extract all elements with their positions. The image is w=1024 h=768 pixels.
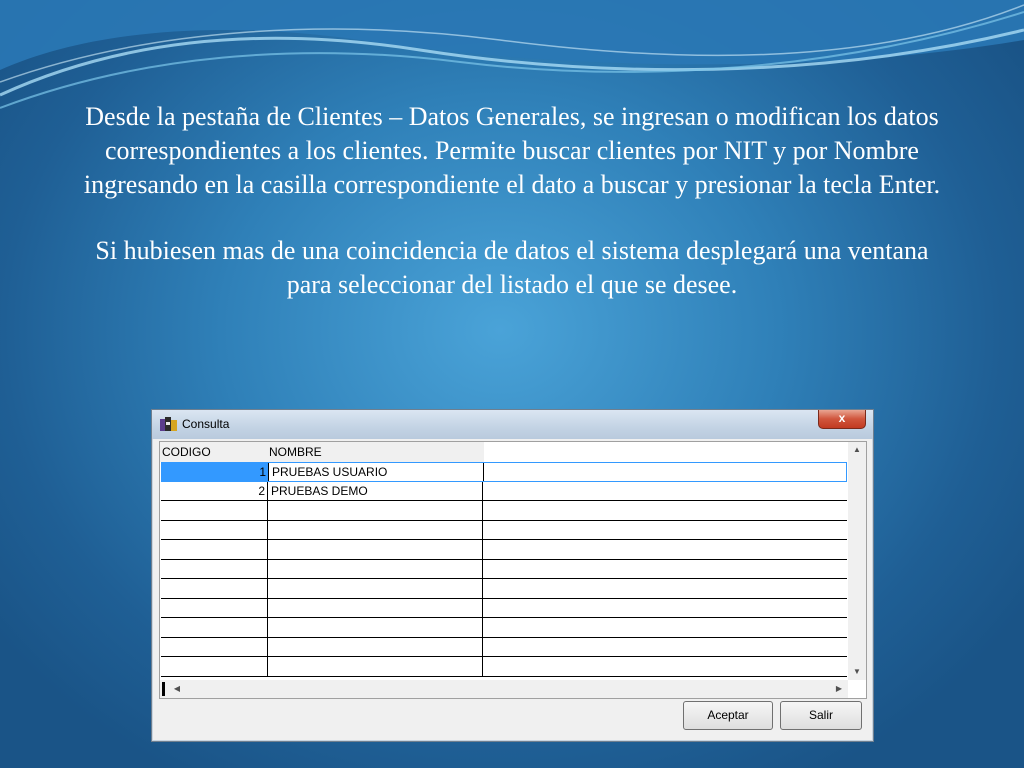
cell-nombre[interactable] <box>268 579 483 598</box>
paragraph-intro: Desde la pestaña de Clientes – Datos Gen… <box>83 102 941 199</box>
horizontal-scrollbar[interactable]: ◀ ▶ <box>160 680 848 698</box>
cell-codigo[interactable]: 1 <box>162 463 269 481</box>
grid-header: CODIGO NOMBRE <box>160 442 484 462</box>
table-row[interactable] <box>161 540 847 560</box>
cell-nombre[interactable] <box>268 637 483 656</box>
cell-codigo[interactable] <box>161 598 268 617</box>
cell-nombre[interactable] <box>268 618 483 637</box>
cell-codigo[interactable] <box>161 618 268 637</box>
cell-nombre[interactable] <box>268 559 483 578</box>
arrow-up-icon[interactable]: ▲ <box>848 442 866 458</box>
cell-nombre[interactable] <box>268 598 483 617</box>
close-button[interactable]: x <box>818 410 866 429</box>
close-icon: x <box>838 411 846 425</box>
cell-codigo[interactable] <box>161 657 268 676</box>
exit-button[interactable]: Salir <box>780 701 862 730</box>
table-row[interactable]: 2 PRUEBAS DEMO <box>161 481 847 501</box>
table-row[interactable] <box>161 657 847 677</box>
table-row[interactable] <box>161 520 847 540</box>
dialog-client-area: CODIGO NOMBRE 1 PRUEBAS USUARIO 2 PRUEBAS D… <box>158 441 867 736</box>
table-row[interactable] <box>161 579 847 599</box>
cell-codigo[interactable] <box>161 501 268 520</box>
vertical-scrollbar[interactable]: ▲ ▼ <box>848 442 866 680</box>
arrow-down-icon[interactable]: ▼ <box>848 664 866 680</box>
table-row[interactable] <box>161 637 847 657</box>
arrow-right-icon[interactable]: ▶ <box>830 681 848 697</box>
table-row[interactable] <box>161 618 847 638</box>
results-grid[interactable]: CODIGO NOMBRE 1 PRUEBAS USUARIO 2 PRUEBAS D… <box>159 441 867 699</box>
column-header-nombre[interactable]: NOMBRE <box>269 445 322 459</box>
accept-button[interactable]: Aceptar <box>683 701 773 730</box>
app-icon <box>160 417 177 431</box>
cell-nombre[interactable] <box>268 657 483 676</box>
consulta-dialog: Consulta x CODIGO NOMBRE 1 PRUEBAS USUARI… <box>151 409 874 742</box>
table-row[interactable] <box>161 501 847 521</box>
cell-codigo[interactable] <box>161 637 268 656</box>
cell-nombre[interactable] <box>268 501 483 520</box>
column-header-codigo[interactable]: CODIGO <box>162 445 211 459</box>
title-bar[interactable]: Consulta x <box>152 410 873 439</box>
paragraph-multiple-matches: Si hubiesen mas de una coincidencia de d… <box>95 236 929 299</box>
slide-text: Desde la pestaña de Clientes – Datos Gen… <box>70 100 954 334</box>
cell-codigo[interactable] <box>161 559 268 578</box>
arrow-left-icon[interactable]: ◀ <box>168 681 186 697</box>
grid-indicator <box>162 682 165 696</box>
cell-nombre[interactable]: PRUEBAS DEMO <box>268 481 483 500</box>
cell-nombre[interactable] <box>268 540 483 559</box>
cell-codigo[interactable] <box>161 579 268 598</box>
cell-nombre[interactable] <box>268 520 483 539</box>
table-row[interactable] <box>161 559 847 579</box>
window-title: Consulta <box>182 417 230 431</box>
cell-codigo[interactable] <box>161 520 268 539</box>
table-row[interactable] <box>161 598 847 618</box>
table-row[interactable]: 1 PRUEBAS USUARIO <box>161 462 847 482</box>
cell-nombre[interactable]: PRUEBAS USUARIO <box>269 463 484 481</box>
cell-codigo[interactable] <box>161 540 268 559</box>
cell-codigo[interactable]: 2 <box>161 481 268 500</box>
grid-rows: 1 PRUEBAS USUARIO 2 PRUEBAS DEMO <box>161 462 847 677</box>
